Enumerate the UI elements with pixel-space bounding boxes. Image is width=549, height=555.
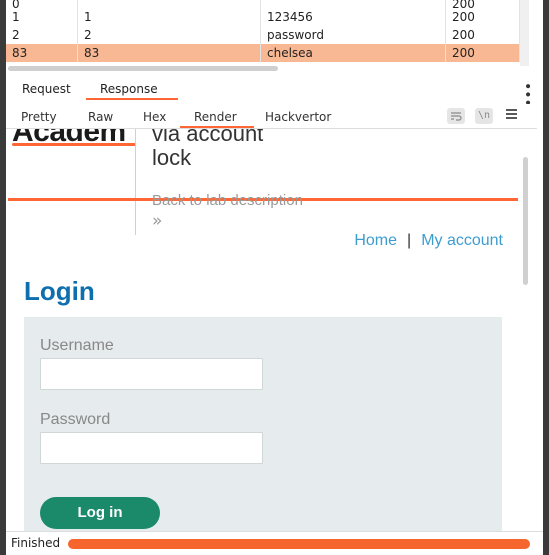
nav-home-link[interactable]: Home xyxy=(354,232,397,249)
username-label: Username xyxy=(40,337,114,354)
status-bar: Finished xyxy=(6,531,543,555)
table-cell: 83 xyxy=(6,44,78,62)
render-scrollbar[interactable] xyxy=(523,157,528,285)
tab-response[interactable]: Response xyxy=(100,82,158,96)
table-cell: 1 xyxy=(78,8,261,26)
render-view: Academ via account lock Back to lab desc… xyxy=(6,128,537,531)
results-table: 0 200 1 1 123456 200 2 2 password 200 83 83 chelsea 2… xyxy=(0,0,549,73)
view-tabs: Pretty Raw Hex Render Hackvertor \n xyxy=(6,104,537,128)
active-tab-indicator xyxy=(86,98,178,100)
hamburger-menu-icon[interactable] xyxy=(506,107,517,123)
page-title: Login xyxy=(24,276,95,306)
nav-separator: | xyxy=(407,232,412,249)
table-row-selected[interactable]: 83 83 chelsea 200 xyxy=(6,44,520,62)
table-cell: 123456 xyxy=(261,8,446,26)
table-cell: 200 xyxy=(446,44,520,62)
tab-request[interactable]: Request xyxy=(22,82,71,96)
password-label: Password xyxy=(40,411,111,428)
double-chevron-icon[interactable]: » xyxy=(152,211,162,231)
results-horizontal-scrollbar[interactable] xyxy=(6,64,520,72)
table-cell: chelsea xyxy=(261,44,446,62)
lab-title-line-2: lock xyxy=(152,145,192,170)
tab-render[interactable]: Render xyxy=(194,110,237,124)
table-cell: password xyxy=(261,26,446,44)
table-cell: 200 xyxy=(446,26,520,44)
table-cell: 83 xyxy=(78,44,261,62)
table-cell: 200 xyxy=(446,8,520,26)
back-to-lab-link[interactable]: Back to lab description xyxy=(152,192,303,209)
status-text: Finished xyxy=(11,536,61,550)
table-row[interactable]: 2 2 password 200 xyxy=(6,26,520,44)
table-cell: 1 xyxy=(6,8,78,26)
window-edge-left xyxy=(0,73,6,555)
progress-fill xyxy=(68,539,530,549)
tab-raw[interactable]: Raw xyxy=(88,110,113,124)
logo-underline xyxy=(12,143,136,146)
login-form: Username Password Log in xyxy=(24,317,502,531)
table-cell: 2 xyxy=(78,26,261,44)
table-row[interactable]: 1 1 123456 200 xyxy=(6,8,520,26)
tab-pretty[interactable]: Pretty xyxy=(21,110,57,124)
tab-hex[interactable]: Hex xyxy=(143,110,166,124)
table-cell: 2 xyxy=(6,26,78,44)
results-horizontal-scroll-thumb[interactable] xyxy=(8,66,278,71)
top-nav: Home | My account xyxy=(354,232,503,250)
window-edge-right xyxy=(543,0,549,555)
password-field[interactable] xyxy=(40,432,263,464)
progress-bar xyxy=(68,539,530,549)
nav-my-account-link[interactable]: My account xyxy=(421,232,503,249)
wrap-lines-icon[interactable] xyxy=(447,108,465,124)
login-button[interactable]: Log in xyxy=(40,497,160,529)
tab-hackvertor[interactable]: Hackvertor xyxy=(265,110,331,124)
header-divider xyxy=(135,129,136,235)
results-vertical-scrollbar[interactable] xyxy=(520,0,529,66)
username-field[interactable] xyxy=(40,358,263,390)
newline-icon[interactable]: \n xyxy=(475,108,493,124)
message-tabs: Request Response ••• xyxy=(6,76,537,107)
